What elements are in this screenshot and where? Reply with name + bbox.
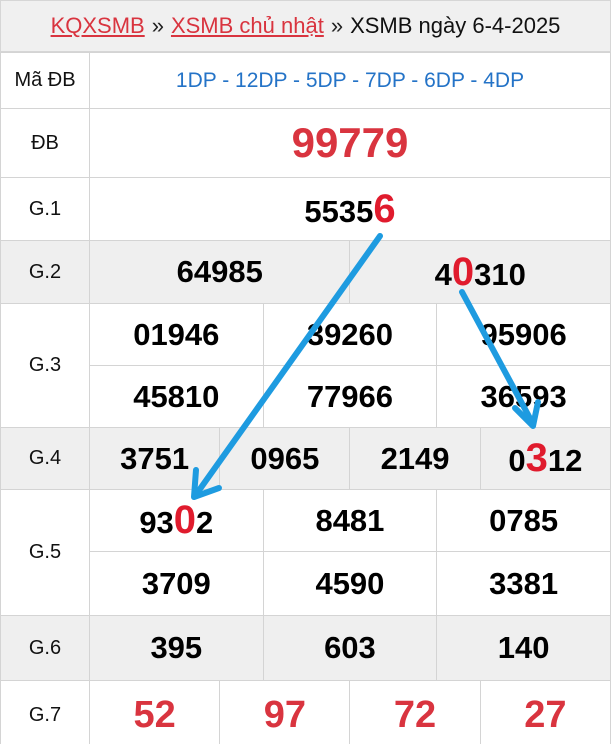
g1-number: 55356 (89, 177, 611, 241)
g4-number: 0965 (219, 427, 351, 490)
row-label: Mã ĐB (0, 52, 90, 109)
g3-number: 36593 (436, 365, 611, 428)
g7-number: 72 (349, 680, 481, 744)
number-part: 12 (547, 443, 583, 478)
number-part: 4 (434, 256, 452, 292)
g6-number: 395 (89, 615, 264, 681)
number-part: 310 (474, 256, 526, 292)
g7-number: 27 (479, 680, 611, 744)
g5-number: 0785 (436, 489, 611, 552)
row-ma-db: Mã ĐB 1DP - 12DP - 5DP - 7DP - 6DP - 4DP (0, 52, 611, 109)
row-g3: G.3 01946 39260 95906 (0, 303, 611, 428)
results-table: Mã ĐB 1DP - 12DP - 5DP - 7DP - 6DP - 4DP… (0, 52, 611, 744)
row-label: G.7 (0, 680, 90, 744)
g2-number-2: 40310 (349, 240, 611, 304)
row-label: ĐB (0, 108, 90, 178)
row-db: ĐB 99779 (0, 108, 611, 178)
g6-number: 140 (436, 615, 611, 681)
row-label: G.5 (0, 489, 90, 616)
g3-number: 45810 (89, 365, 264, 428)
row-g5: 3709 4590 3381 (1, 551, 611, 616)
row-label: G.2 (0, 240, 90, 304)
highlight-digit: 3 (525, 436, 548, 480)
g5-number: 8481 (262, 489, 438, 552)
g5-number: 3381 (436, 551, 611, 616)
g5-number: 3709 (89, 551, 264, 616)
breadcrumb-separator: » (151, 13, 164, 38)
number-part: 0 (508, 443, 526, 478)
g3-number: 77966 (262, 365, 438, 428)
g7-number: 97 (219, 680, 351, 744)
g3-number: 01946 (89, 303, 264, 366)
g2-number-1: 64985 (88, 240, 351, 304)
breadcrumb-home-link[interactable]: KQXSMB (51, 13, 145, 39)
row-label: G.3 (0, 303, 90, 428)
highlight-digit: 6 (373, 186, 396, 231)
row-g4: G.4 3751 0965 2149 0312 (0, 427, 611, 490)
row-g2: G.2 64985 40310 (0, 240, 611, 304)
g5-number: 9302 (89, 489, 264, 552)
db-number: 99779 (89, 108, 611, 178)
ma-db-value: 1DP - 12DP - 5DP - 7DP - 6DP - 4DP (89, 52, 611, 109)
number-part: 5535 (304, 193, 374, 229)
number-part: 2 (196, 505, 214, 540)
row-g1: G.1 55356 (0, 177, 611, 241)
row-g3: 45810 77966 36593 (1, 365, 611, 428)
breadcrumb-section-link[interactable]: XSMB chủ nhật (171, 13, 324, 39)
row-g6: G.6 395 603 140 (0, 615, 611, 681)
row-label: G.6 (0, 615, 90, 681)
row-g5: G.5 9302 8481 0785 (0, 489, 611, 616)
g3-number: 39260 (262, 303, 438, 366)
breadcrumb: KQXSMB » XSMB chủ nhật » XSMB ngày 6-4-2… (0, 0, 611, 52)
g3-number: 95906 (436, 303, 611, 366)
g4-number: 0312 (479, 427, 611, 490)
g4-number: 3751 (88, 427, 221, 490)
highlight-digit: 0 (451, 249, 475, 294)
breadcrumb-separator: » (330, 13, 344, 38)
row-g7: G.7 52 97 72 27 (0, 680, 611, 744)
number-part: 93 (139, 505, 174, 540)
g7-number: 52 (88, 680, 221, 744)
highlight-digit: 0 (173, 498, 197, 542)
breadcrumb-current: XSMB ngày 6-4-2025 (350, 13, 561, 38)
row-label: G.1 (0, 177, 90, 241)
row-label: G.4 (0, 427, 90, 490)
g5-number: 4590 (262, 551, 438, 616)
g6-number: 603 (262, 615, 438, 681)
g4-number: 2149 (349, 427, 481, 490)
